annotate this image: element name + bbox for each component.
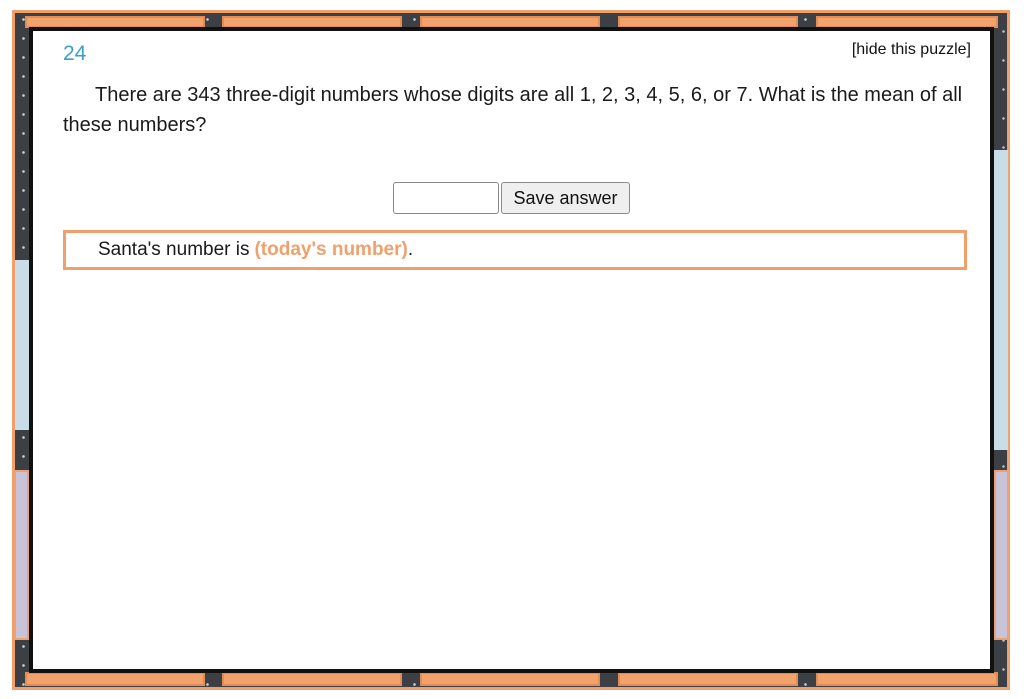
santa-number-value: (today's number) — [254, 239, 408, 260]
sky-strip — [994, 150, 1008, 450]
house-wall — [14, 470, 29, 640]
calendar-door[interactable] — [816, 672, 998, 686]
puzzle-question: There are 343 three-digit numbers whose … — [63, 84, 963, 136]
puzzle-card: 24 [hide this puzzle] There are 343 thre… — [29, 27, 994, 673]
answer-row: Save answer — [36, 182, 987, 214]
puzzle-card-body: 24 [hide this puzzle] There are 343 thre… — [33, 31, 990, 669]
calendar-door[interactable] — [618, 672, 798, 686]
santa-number-suffix: . — [407, 239, 414, 260]
calendar-door[interactable] — [25, 672, 205, 686]
santa-number-label: Santa's number is — [98, 239, 250, 260]
calendar-door[interactable] — [222, 672, 402, 686]
santa-number-box: Santa's number is (today's number) . — [63, 230, 967, 270]
calendar-door[interactable] — [420, 672, 600, 686]
sky-strip — [15, 260, 29, 430]
house-wall — [994, 470, 1009, 640]
puzzle-number: 24 — [63, 42, 87, 65]
answer-input[interactable] — [393, 182, 500, 214]
hide-puzzle-link[interactable]: [hide this puzzle] — [852, 41, 971, 59]
save-answer-button[interactable]: Save answer — [501, 182, 630, 214]
